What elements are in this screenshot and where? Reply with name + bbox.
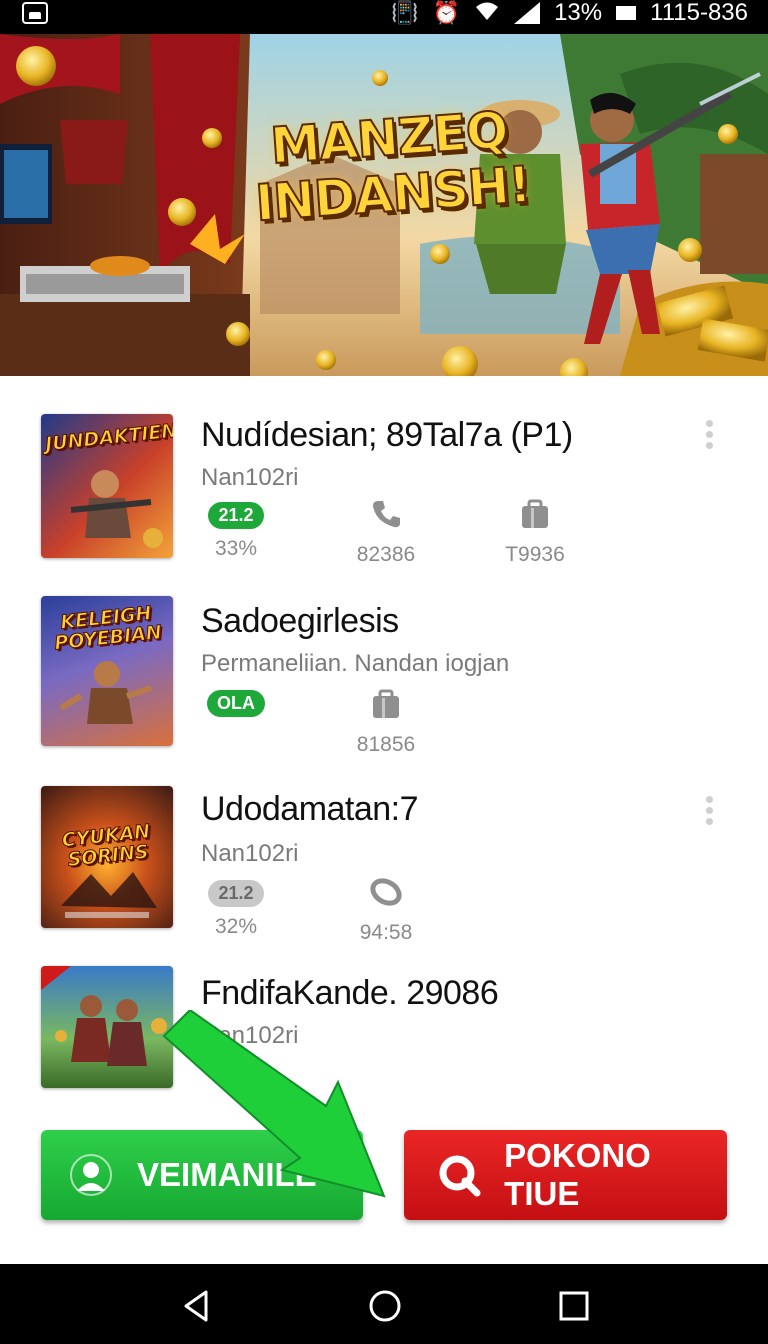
stat-value: 94:58 <box>359 921 413 944</box>
rating-stat: OLA <box>186 690 286 717</box>
game-thumbnail[interactable]: CYUKAN SORINS <box>41 786 173 928</box>
status-bar: 📳 ⏰ 13% 1115-836 <box>0 0 768 34</box>
battery-percent: 13% <box>554 0 603 26</box>
game-subtitle: Nan102ri <box>201 464 299 491</box>
rating-badge: 21.2 <box>208 880 264 907</box>
downloads-stat: T9936 <box>485 498 585 567</box>
left-action-label: VEIMANILE <box>137 1156 317 1193</box>
game-subtitle: Permaneliian. Nandan iogjan <box>201 650 510 677</box>
list-item[interactable]: JUNDAKTIEN Nudídesian; 89Tal7a (P1) Nan1… <box>0 376 768 566</box>
right-action-button[interactable]: POKONO TIUE <box>404 1130 727 1220</box>
more-options-icon[interactable] <box>704 796 714 830</box>
gallery-notification-icon <box>22 2 48 24</box>
tags-stat: 94:58 <box>336 876 436 945</box>
hero-title: MANZEQ INDANSH! <box>242 100 539 234</box>
bag-icon <box>370 688 402 720</box>
rating-stat: 21.2 33% <box>186 502 286 561</box>
game-title: FndifaKande. 29086 <box>201 974 499 1012</box>
alarm-icon: ⏰ <box>432 0 461 25</box>
search-icon <box>434 1149 484 1201</box>
stat-value: 32% <box>214 915 258 938</box>
user-support-icon <box>65 1149 117 1201</box>
navigation-bar <box>0 1264 768 1344</box>
more-options-icon[interactable] <box>704 420 714 454</box>
tag-icon <box>369 876 403 908</box>
game-thumbnail[interactable]: JUNDAKTIEN <box>41 414 173 558</box>
game-thumbnail[interactable] <box>41 966 173 1088</box>
game-subtitle: Nan102ri <box>201 1022 299 1049</box>
stat-value: 81856 <box>356 733 416 756</box>
game-title: Nudídesian; 89Tal7a (P1) <box>201 416 573 454</box>
rating-stat: 21.2 32% <box>186 880 286 939</box>
game-thumbnail[interactable]: KELEIGH POYEBIAN <box>41 596 173 746</box>
game-title: Sadoegirlesis <box>201 602 399 640</box>
game-subtitle: Nan102ri <box>201 840 299 867</box>
wifi-icon <box>474 0 500 26</box>
hero-banner[interactable]: MANZEQ INDANSH! <box>0 34 768 376</box>
cell-signal-icon <box>514 2 541 24</box>
thumbnail-art <box>41 966 167 1066</box>
status-time: 1115-836 <box>650 0 748 26</box>
bag-icon <box>519 498 551 530</box>
rating-badge: 21.2 <box>208 502 264 529</box>
thumbnail-art <box>70 470 163 548</box>
stat-value: 82386 <box>356 543 416 566</box>
battery-icon <box>616 6 637 20</box>
downloads-stat: 81856 <box>336 688 436 757</box>
list-item[interactable]: FndifaKande. 29086 Nan102ri <box>0 946 768 1116</box>
phone-icon <box>370 498 402 530</box>
calls-stat: 82386 <box>336 498 436 567</box>
list-item[interactable]: CYUKAN SORINS Udodamatan:7 Nan102ri 21.2… <box>0 756 768 946</box>
vibrate-icon: 📳 <box>391 0 419 25</box>
recent-apps-icon[interactable] <box>555 1288 595 1324</box>
stat-value: 33% <box>214 537 258 560</box>
thumbnail-art <box>59 661 152 724</box>
back-icon[interactable] <box>178 1288 218 1324</box>
home-icon[interactable] <box>366 1288 406 1324</box>
thumbnail-art <box>61 872 157 918</box>
right-action-label: POKONO TIUE <box>504 1137 651 1212</box>
left-action-button[interactable]: VEIMANILE <box>41 1130 363 1220</box>
rating-badge: OLA <box>207 690 265 717</box>
game-list: JUNDAKTIEN Nudídesian; 89Tal7a (P1) Nan1… <box>0 376 768 1116</box>
stat-value: T9936 <box>505 543 565 566</box>
list-item[interactable]: KELEIGH POYEBIAN Sadoegirlesis Permaneli… <box>0 566 768 756</box>
game-title: Udodamatan:7 <box>201 790 419 828</box>
